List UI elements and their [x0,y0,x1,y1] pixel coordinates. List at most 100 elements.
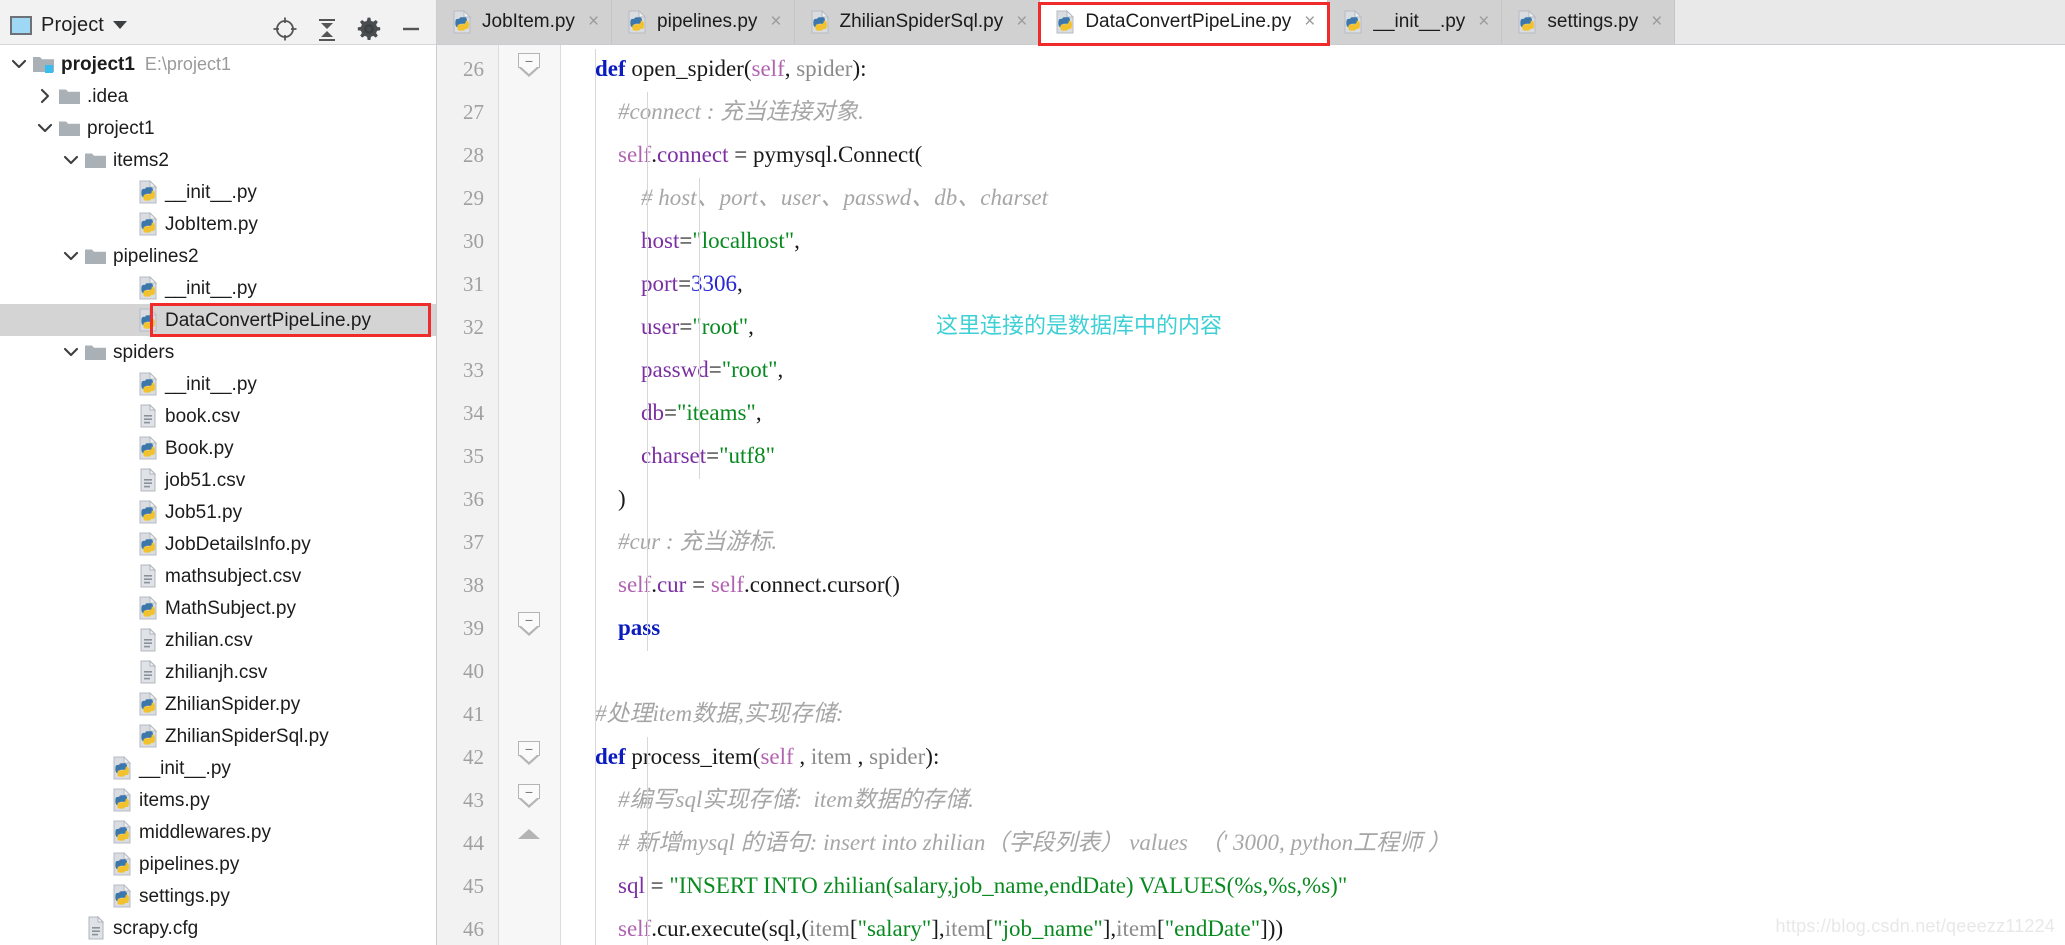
gear-icon[interactable] [350,10,388,48]
chevron-down-icon[interactable] [32,120,58,136]
close-icon[interactable]: × [770,11,781,33]
fold-marker[interactable]: − [517,784,541,816]
tree-item-book-py[interactable]: Book.py [0,432,436,464]
fold-marker[interactable] [517,829,541,839]
python-file-icon [136,372,160,396]
tree-item-job51-csv[interactable]: job51.csv [0,464,436,496]
python-file-icon [1054,10,1076,34]
python-file-icon [136,308,160,332]
chevron-down-icon[interactable] [6,56,32,72]
code-line[interactable]: self.cur.execute(sql,(item["salary"],ite… [595,917,1283,940]
code-folding-gutter[interactable]: − − − − [499,45,561,945]
tree-item-zhilianspider-py[interactable]: ZhilianSpider.py [0,688,436,720]
tree-item-zhilian-csv[interactable]: zhilian.csv [0,624,436,656]
chevron-down-icon[interactable] [58,344,84,360]
tree-item-mathsubject-csv[interactable]: mathsubject.csv [0,560,436,592]
tree-item-init-py[interactable]: __init__.py [0,368,436,400]
tree-item-zhilianjh-csv[interactable]: zhilianjh.csv [0,656,436,688]
tree-item-zhilianspidersql-py[interactable]: ZhilianSpiderSql.py [0,720,436,752]
fold-marker[interactable]: − [517,53,541,85]
editor-tab-settings-py[interactable]: settings.py × [1502,0,1676,44]
editor-tab-zhilianspidersql-py[interactable]: ZhilianSpiderSql.py × [794,0,1041,44]
chevron-down-icon[interactable] [58,152,84,168]
code-line[interactable]: #cur : 充当游标. [595,530,777,553]
line-number-gutter: 26 27 28 29 30 31 32 33 34 35 36 37 38 39 40 41 42 43 44 45… [437,45,499,945]
tree-item-jobdetailsinfo-py[interactable]: JobDetailsInfo.py [0,528,436,560]
code-line[interactable]: ) [595,487,626,510]
code-line[interactable]: self.cur = self.connect.cursor() [595,573,900,596]
tree-item-label: pipelines.py [139,853,240,875]
code-comment: #处理item数据,实现存储: [595,701,844,726]
code-line[interactable]: self.connect = pymysql.Connect( [595,143,922,166]
tree-item-job51-py[interactable]: Job51.py [0,496,436,528]
code-line[interactable]: # 新增mysql 的语句: insert into zhilian（字段列表）… [595,831,1451,854]
close-icon[interactable]: × [1478,11,1489,33]
code-line[interactable]: #处理item数据,实现存储: [595,702,844,725]
python-file-icon [110,756,134,780]
close-icon[interactable]: × [1304,11,1315,33]
tree-item-book-csv[interactable]: book.csv [0,400,436,432]
line-number: 37 [463,530,484,554]
tree-item-project1[interactable]: project1 E:\project1 [0,48,436,80]
tree-item-init-py[interactable]: __init__.py [0,176,436,208]
code-line[interactable]: def open_spider(self, spider): [595,57,867,80]
tree-item-jobitem-py[interactable]: JobItem.py [0,208,436,240]
code-line[interactable]: charset="utf8" [595,444,775,467]
tree-item-settings-py[interactable]: settings.py [0,880,436,912]
python-file-icon [451,10,473,34]
project-file-tree[interactable]: project1 E:\project1 .idea project1 items… [0,45,436,945]
code-line[interactable]: host="localhost", [595,229,800,252]
fold-marker[interactable]: − [517,612,541,644]
tree-item-items2[interactable]: items2 [0,144,436,176]
tree-item-items-py[interactable]: items.py [0,784,436,816]
close-icon[interactable]: × [1651,11,1662,33]
chevron-right-icon[interactable] [32,88,58,104]
tree-item-label: zhilian.csv [165,629,253,651]
code-line[interactable]: #connect : 充当连接对象. [595,100,864,123]
editor-tab-bar[interactable]: JobItem.py × pipelines.py × ZhilianSpiderS… [437,0,2065,45]
code-line[interactable]: #编写sql实现存储: item数据的存储. [595,788,974,811]
code-line[interactable]: # host、port、user、passwd、db、charset [595,186,1048,209]
close-icon[interactable]: × [1016,11,1027,33]
close-icon[interactable]: × [588,11,599,33]
line-number: 26 [463,57,484,81]
editor-tab-jobitem-py[interactable]: JobItem.py × [437,0,613,44]
tree-item-spiders[interactable]: spiders [0,336,436,368]
hide-panel-icon[interactable] [392,10,430,48]
chevron-down-icon[interactable] [112,21,127,29]
code-line[interactable]: pass [595,616,660,639]
code-line[interactable]: passwd="root", [595,358,783,381]
tab-label: JobItem.py [482,11,575,32]
code-text-surface[interactable]: def open_spider(self, spider): #connect … [561,45,2065,945]
tree-item-idea[interactable]: .idea [0,80,436,112]
code-editor[interactable]: 26 27 28 29 30 31 32 33 34 35 36 37 38 39 40 41 42 43 44 45… [437,45,2065,945]
project-folder-icon [32,54,56,75]
python-file-icon [110,884,134,908]
tree-item-pipelines-py[interactable]: pipelines.py [0,848,436,880]
tree-item-init-py[interactable]: __init__.py [0,272,436,304]
tree-item-scrapy-cfg[interactable]: scrapy.cfg [0,912,436,944]
python-file-icon [136,212,160,236]
tree-item-middlewares-py[interactable]: middlewares.py [0,816,436,848]
collapse-all-icon[interactable] [308,10,346,48]
python-file-icon [1516,10,1538,34]
code-line[interactable]: user="root", [595,315,754,338]
tree-item-label: __init__.py [165,373,257,395]
tree-item-pipelines2[interactable]: pipelines2 [0,240,436,272]
code-line[interactable]: db="iteams", [595,401,762,424]
fold-marker[interactable]: − [517,741,541,773]
tree-item-dataconvertpipeline-py[interactable]: DataConvertPipeLine.py [0,304,436,336]
tree-item-init-py[interactable]: __init__.py [0,752,436,784]
editor-tab-dataconvertpipeline-py[interactable]: DataConvertPipeLine.py × [1040,0,1329,44]
chevron-down-icon[interactable] [58,248,84,264]
code-line[interactable]: sql = "INSERT INTO zhilian(salary,job_na… [595,874,1347,897]
tree-item-path: E:\project1 [144,53,231,74]
tree-item-label: ZhilianSpider.py [165,693,301,715]
editor-tab-pipelines-py[interactable]: pipelines.py × [612,0,795,44]
locate-icon[interactable] [266,10,304,48]
tree-item-project1[interactable]: project1 [0,112,436,144]
code-line[interactable]: port=3306, [595,272,743,295]
tree-item-mathsubject-py[interactable]: MathSubject.py [0,592,436,624]
editor-tab-init-py[interactable]: __init__.py × [1328,0,1503,44]
tree-item-label: ZhilianSpiderSql.py [165,725,329,747]
